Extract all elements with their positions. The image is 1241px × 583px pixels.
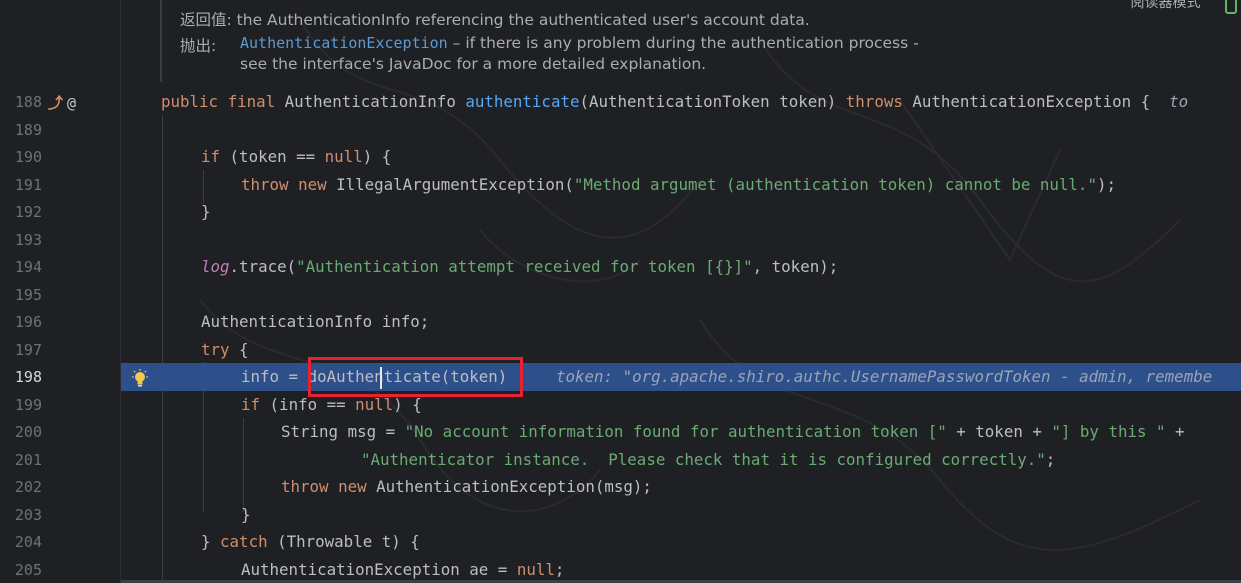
- code-line-188[interactable]: public final AuthenticationInfo authenti…: [121, 88, 1241, 116]
- line-number-193: 193: [14, 230, 42, 249]
- code-line-199[interactable]: if (info == null) {: [121, 391, 1241, 419]
- code-line-197[interactable]: try {: [121, 336, 1241, 364]
- line-number-202: 202: [14, 478, 42, 496]
- line-number-200: 200: [14, 423, 42, 441]
- reader-mode-toggle[interactable]: 阅读器模式: [1131, 0, 1241, 14]
- line-number-195: 195: [14, 285, 42, 304]
- line-number-201: 201: [14, 450, 42, 469]
- line-number-189: 189: [14, 120, 42, 139]
- annotation-highlight-box: [308, 357, 523, 397]
- line-number-194: 194: [14, 258, 42, 276]
- code-line-191[interactable]: throw new IllegalArgumentException("Meth…: [121, 171, 1241, 199]
- javadoc-render: 返回值: the AuthenticationInfo referencing …: [160, 0, 1241, 82]
- code-line-190[interactable]: if (token == null) {: [121, 143, 1241, 171]
- code-line-205[interactable]: AuthenticationException ae = null;: [121, 556, 1241, 583]
- text-caret: [380, 367, 382, 389]
- line-number-204: 204: [14, 533, 42, 551]
- lightbulb-icon[interactable]: [131, 369, 149, 389]
- debugger-inline-value: token: "org.apache.shiro.authc.UsernameP…: [556, 367, 1213, 386]
- line-number-192: 192: [14, 203, 42, 221]
- code-line-194[interactable]: log.trace("Authentication attempt receiv…: [121, 253, 1241, 281]
- line-number-205: 205: [14, 560, 42, 579]
- throws-label: 抛出:: [180, 37, 217, 55]
- reader-mode-label: 阅读器模式: [1130, 0, 1201, 11]
- authentication-exception-link[interactable]: AuthenticationException: [240, 34, 448, 52]
- line-number-196: 196: [14, 313, 42, 331]
- code-line-203[interactable]: }: [121, 501, 1241, 529]
- throws-text: – if there is any problem during the aut…: [452, 34, 919, 52]
- code-line-196[interactable]: AuthenticationInfo info;: [121, 308, 1241, 336]
- code-line-201[interactable]: "Authenticator instance. Please check th…: [121, 446, 1241, 474]
- line-number-190: 190: [14, 148, 42, 166]
- throws-text-continued: see the interface's JavaDoc for a more d…: [240, 55, 707, 73]
- execution-point-line-198[interactable]: info = doAuthenticate(token) token: "org…: [121, 363, 1241, 391]
- line-number-191: 191: [14, 175, 42, 194]
- line-number-203: 203: [14, 505, 42, 524]
- inspection-ok-icon[interactable]: [1225, 0, 1237, 14]
- line-number-197: 197: [14, 340, 42, 359]
- line-number-188: 188: [14, 93, 42, 111]
- returns-text: the AuthenticationInfo referencing the a…: [236, 11, 810, 29]
- code-line-192[interactable]: }: [121, 198, 1241, 226]
- line-number-198: 198: [14, 368, 42, 386]
- code-line-202[interactable]: throw new AuthenticationException(msg);: [121, 473, 1241, 501]
- returns-label: 返回值:: [180, 11, 232, 29]
- code-editor[interactable]: 返回值: the AuthenticationInfo referencing …: [0, 0, 1241, 583]
- code-line-204[interactable]: } catch (Throwable t) {: [121, 528, 1241, 556]
- line-number-199: 199: [14, 395, 42, 414]
- code-line-200[interactable]: String msg = "No account information fou…: [121, 418, 1241, 446]
